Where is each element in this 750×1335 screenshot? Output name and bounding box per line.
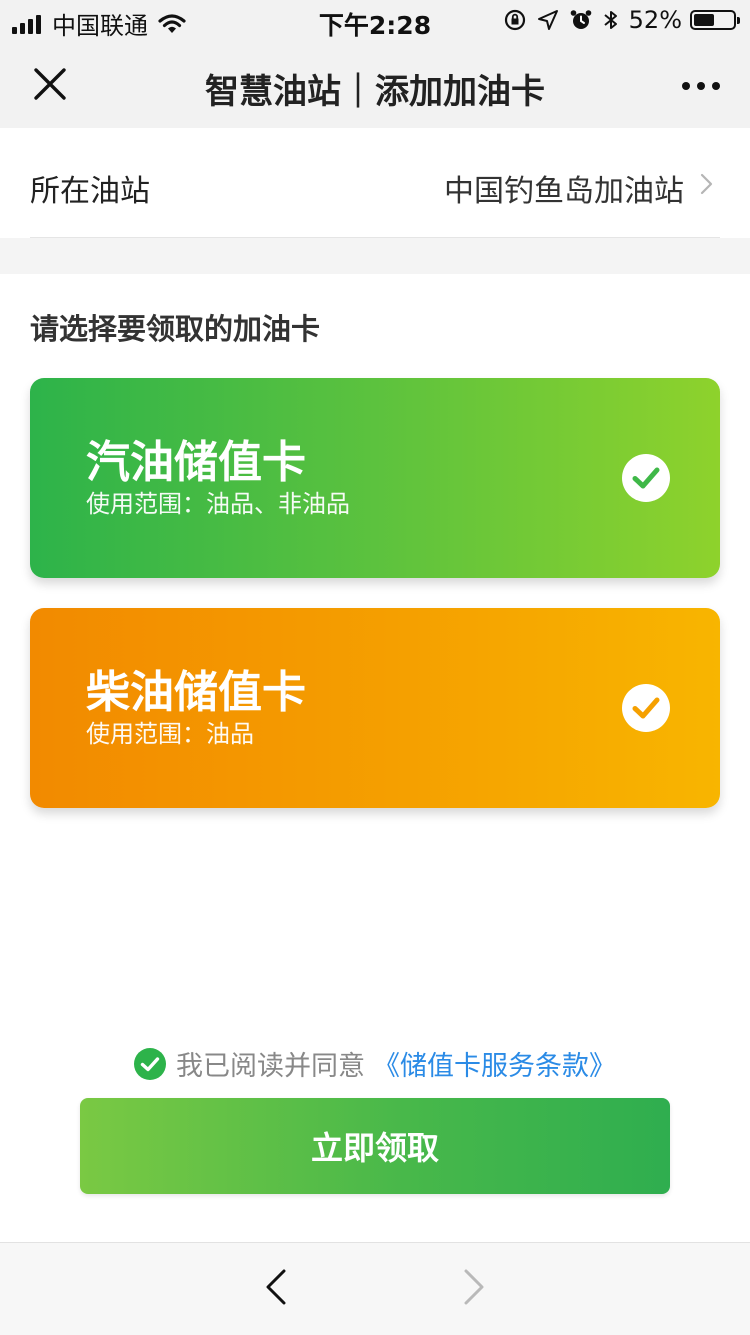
section-gap <box>0 238 750 274</box>
nav-bar: 智慧油站｜添加加油卡 <box>0 40 750 128</box>
station-row[interactable]: 所在油站 中国钓鱼岛加油站 <box>0 128 750 238</box>
card-scope: 使用范围：油品 <box>86 720 254 748</box>
card-gasoline[interactable]: 汽油储值卡 使用范围：油品、非油品 <box>30 378 720 578</box>
card-title: 柴油储值卡 <box>86 667 306 718</box>
bluetooth-icon <box>604 11 617 29</box>
forward-arrow-icon[interactable] <box>460 1267 488 1307</box>
terms-link[interactable]: 《储值卡服务条款》 <box>373 1044 616 1083</box>
back-arrow-icon[interactable] <box>262 1267 290 1307</box>
bottom-toolbar <box>0 1242 750 1335</box>
agreement-row: 我已阅读并同意 《储值卡服务条款》 <box>0 1044 750 1087</box>
more-icon[interactable] <box>675 82 720 90</box>
status-bar: 中国联通 下午2:28 52% <box>0 0 750 40</box>
card-title: 汽油储值卡 <box>86 437 306 488</box>
station-value: 中国钓鱼岛加油站 <box>444 174 684 209</box>
page-title: 智慧油站｜添加加油卡 <box>205 72 545 112</box>
location-arrow-icon <box>537 10 558 30</box>
check-circle-icon[interactable] <box>622 454 670 502</box>
card-scope: 使用范围：油品、非油品 <box>86 490 350 518</box>
orientation-lock-icon <box>504 9 525 31</box>
agree-checkbox-icon[interactable] <box>134 1047 166 1080</box>
claim-button[interactable]: 立即领取 <box>80 1098 670 1194</box>
agreement-text: 我已阅读并同意 <box>176 1051 365 1082</box>
station-label: 所在油站 <box>30 174 150 209</box>
section-title: 请选择要领取的加油卡 <box>30 312 321 346</box>
battery-percent: 52% <box>628 6 682 34</box>
alarm-icon <box>570 10 591 29</box>
check-circle-icon[interactable] <box>622 684 670 732</box>
battery-icon <box>690 10 740 30</box>
status-right: 52% <box>493 6 740 34</box>
card-diesel[interactable]: 柴油储值卡 使用范围：油品 <box>30 608 720 808</box>
chevron-right-icon <box>700 173 713 195</box>
